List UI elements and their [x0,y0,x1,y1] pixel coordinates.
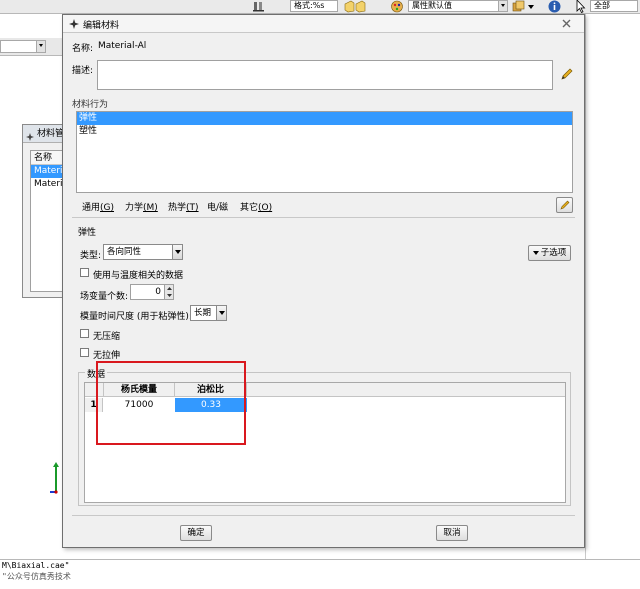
stepper-arrows-icon[interactable] [164,285,173,299]
moduli-timescale-combo[interactable]: 长期 [190,305,227,321]
elastic-section-title: 弹性 [78,228,97,238]
behavior-list: 弹性 塑性 [76,111,573,193]
format-combo-value: 格式:%s [294,1,325,10]
cancel-label: 取消 [443,528,461,538]
triangle-down-icon [532,250,539,255]
no-compression-checkbox[interactable] [80,329,89,338]
field-vars-stepper[interactable]: 0 [130,284,174,300]
no-tension-label: 无拉伸 [93,351,121,361]
menu-other-label: 其它 [240,203,259,213]
app-logo-icon [69,19,79,29]
cube-icon[interactable] [342,0,366,13]
close-icon[interactable] [560,18,573,29]
chevron-down-icon[interactable] [216,306,226,320]
model-combo[interactable] [0,40,46,53]
ruler-icon[interactable] [252,1,266,12]
message-line: "公众号仿真秀技术 [2,572,71,581]
divider [72,515,575,516]
layers-icon[interactable] [512,0,536,13]
highlight-box [96,361,246,445]
menu-general-label: 通用 [82,203,101,213]
type-combo[interactable]: 各向同性 [103,244,183,260]
dialog-title: 编辑材料 [83,21,120,31]
chevron-down-icon[interactable] [498,1,507,11]
scope-combo-value: 全部 [594,1,610,10]
menu-other[interactable]: 其它(O) [240,200,272,213]
message-line: M\Biaxial.cae" [2,561,70,570]
edit-material-dialog: 编辑材料 名称: Material-Al 描述: 材料行为 弹性 塑性 通用(G… [62,14,585,548]
ok-button[interactable]: 确定 [180,525,212,541]
behavior-menu-bar: 通用(G) 力学(M) 热学(T) 电/磁 其它(O) [72,196,492,214]
menu-thermal[interactable]: 热学(T) [168,200,199,213]
edit-behavior-button[interactable] [556,197,573,213]
menu-thermal-label: 热学 [168,203,187,213]
model-combo-bar [0,38,62,56]
material-manager-title: 材料管 [37,129,65,139]
menu-mechanical-key: (M) [143,203,158,213]
attribute-combo[interactable]: 属性默认值 [408,0,508,12]
app-toolbar: 格式:%s 属性默认值 全部 [0,0,640,14]
description-input[interactable] [97,60,553,90]
menu-other-key: (O) [258,203,273,213]
name-value: Material-Al [98,41,147,51]
no-compression-label: 无压缩 [93,332,121,342]
type-combo-value: 各向同性 [107,247,142,257]
temp-dependent-label: 使用与温度相关的数据 [93,271,184,281]
description-label: 描述: [72,66,94,76]
dialog-titlebar[interactable]: 编辑材料 [63,15,584,33]
chevron-down-icon[interactable] [172,245,182,259]
behavior-item-plastic[interactable]: 塑性 [77,125,572,138]
menu-electromagnetic[interactable]: 电/磁 [207,200,228,213]
name-label: 名称: [72,44,94,54]
temp-dependent-checkbox[interactable] [80,268,89,277]
suboptions-button[interactable]: 子选项 [528,245,571,261]
format-combo[interactable]: 格式:%s [290,0,338,12]
cancel-button[interactable]: 取消 [436,525,468,541]
field-vars-value: 0 [155,287,161,297]
moduli-timescale-value: 长期 [194,308,212,318]
behavior-item-elastic[interactable]: 弹性 [77,112,572,125]
attribute-combo-value: 属性默认值 [412,1,452,10]
scope-combo[interactable]: 全部 [590,0,638,12]
pencil-icon[interactable] [560,67,574,81]
divider [72,217,575,218]
moduli-timescale-label: 模量时间尺度 (用于粘弹性): [80,312,192,322]
menu-mechanical-label: 力学 [125,203,144,213]
chevron-down-icon[interactable] [36,41,45,52]
suboptions-label: 子选项 [540,248,567,258]
menu-mechanical[interactable]: 力学(M) [125,200,158,213]
cursor-icon [576,0,586,14]
menu-general[interactable]: 通用(G) [82,200,114,213]
app-logo-icon [26,130,34,141]
message-area: M\Biaxial.cae" "公众号仿真秀技术 [0,559,640,589]
info-icon[interactable] [548,0,561,13]
color-palette-icon[interactable] [390,0,404,13]
field-vars-label: 场变量个数: [80,292,129,302]
menu-thermal-key: (T) [186,203,199,213]
type-label: 类型: [80,251,102,261]
no-tension-checkbox[interactable] [80,348,89,357]
menu-general-key: (G) [100,203,115,213]
behavior-section-title: 材料行为 [72,100,109,110]
right-panel [585,14,640,559]
ok-label: 确定 [187,528,205,538]
pencil-icon [559,199,571,214]
